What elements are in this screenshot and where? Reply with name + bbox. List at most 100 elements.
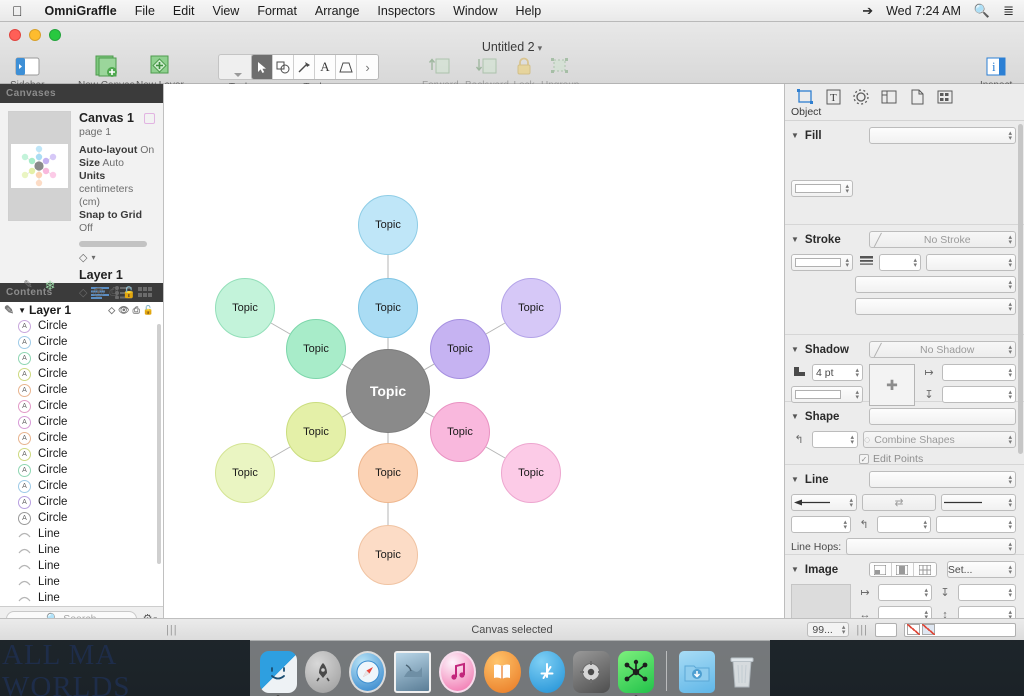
disclosure-triangle-icon[interactable]: ▼ (18, 306, 26, 315)
eye-icon[interactable]: 👁 (91, 286, 105, 299)
line-start-size-field[interactable]: ▴ ▾ (791, 516, 851, 533)
dock-icon-itunes[interactable] (439, 651, 477, 693)
canvas-thumbnail-wrap[interactable] (8, 111, 71, 221)
connection-line[interactable] (485, 322, 506, 335)
fill-type-popup[interactable]: ▴ ▾ (868, 127, 1016, 144)
outline-row[interactable]: A Circle (0, 366, 163, 382)
dock-icon-safari[interactable] (349, 651, 387, 693)
shadow-offset-y-field[interactable]: ▴ ▾ (942, 386, 1016, 403)
canvas-page-icon[interactable] (144, 113, 155, 124)
fill-color-well[interactable]: ▴ ▾ (791, 180, 853, 197)
more-tools-button[interactable]: › (357, 55, 378, 79)
drawing-canvas[interactable]: Topic Topic Topic Topic Topic Topic Topic Topic… (164, 84, 784, 618)
mindmap-node[interactable]: Topic (430, 402, 490, 462)
apple-menu-icon[interactable]:  (12, 4, 23, 18)
shadow-blur-field[interactable]: 4 pt ▴ ▾ (812, 364, 863, 381)
edit-points-checkbox[interactable]: ✓ Edit Points (791, 453, 1016, 465)
stroke-cap-popup[interactable]: ▴ ▾ (855, 276, 1016, 293)
pencil-icon[interactable]: ✎ (4, 303, 14, 317)
outline-row[interactable]: Line (0, 590, 163, 606)
outline-row[interactable]: Line (0, 558, 163, 574)
outline-row[interactable]: A Circle (0, 318, 163, 334)
line-curvature-field[interactable]: ▴ ▾ (877, 516, 931, 533)
connection-line[interactable] (341, 363, 352, 371)
shape-section-header[interactable]: ▼ Shape (791, 408, 1016, 425)
mindmap-node[interactable]: Topic (215, 278, 275, 338)
outline-layer-row[interactable]: ✎ ▼ Layer 1 ◇👁⎙🔓 (0, 302, 163, 318)
pencil-icon[interactable]: ✎ (23, 278, 32, 294)
no-stroke-swatch[interactable] (922, 624, 935, 635)
outline-row[interactable]: A Circle (0, 334, 163, 350)
dock-icon-launchpad[interactable] (304, 651, 342, 693)
stroke-dash-popup[interactable]: ▴ ▾ (926, 254, 1016, 271)
tab-object[interactable] (791, 87, 819, 106)
swap-arrows-button[interactable]: ⇄ (862, 494, 936, 511)
dock-icon-finder[interactable] (260, 651, 297, 696)
image-offset-y-field[interactable]: ▴ ▾ (958, 584, 1016, 601)
menu-item-inspectors[interactable]: Inspectors (368, 0, 444, 22)
layers-popup[interactable]: ◇ ▾ (79, 251, 155, 264)
line-end-size-field[interactable]: ▴ ▾ (936, 516, 1016, 533)
outline-row[interactable]: A Circle (0, 462, 163, 478)
outline-row[interactable]: A Circle (0, 478, 163, 494)
shape-tool-button[interactable] (273, 55, 294, 79)
no-fill-swatch[interactable] (907, 624, 920, 635)
menu-item-file[interactable]: File (126, 0, 164, 22)
line-start-arrow-popup[interactable]: ▴ ▾ (791, 494, 857, 511)
menu-item-arrange[interactable]: Arrange (306, 0, 368, 22)
image-set-popup[interactable]: Set... ▴ ▾ (946, 561, 1016, 578)
dock-icon-omnigraffle[interactable] (617, 651, 655, 696)
tab-stencils[interactable] (931, 87, 959, 106)
disclosure-triangle-icon[interactable]: ▼ (791, 565, 799, 574)
outline-row[interactable]: A Circle (0, 494, 163, 510)
shadow-section-header[interactable]: ▼ Shadow ╱ No Shadow ▴ ▾ (791, 341, 1016, 358)
combine-shapes-popup[interactable]: ◌ Combine Shapes ▴ ▾ (863, 431, 1016, 448)
line-hops-popup[interactable]: ▴ ▾ (846, 538, 1016, 555)
shadow-offset-x-field[interactable]: ▴ ▾ (942, 364, 1016, 381)
connection-line[interactable] (341, 411, 352, 418)
connection-line[interactable] (485, 446, 506, 459)
connection-line[interactable] (270, 322, 291, 335)
mindmap-node[interactable]: Topic (286, 319, 346, 379)
image-fit-stretch-button[interactable] (891, 563, 914, 576)
outline-row[interactable]: Line (0, 542, 163, 558)
lock-icon[interactable]: 🔓 (122, 286, 136, 299)
mindmap-node[interactable]: Topic (346, 349, 430, 433)
connection-line[interactable] (424, 411, 435, 418)
outline-scrollbar[interactable] (157, 324, 161, 564)
outline-row[interactable]: Line (0, 574, 163, 590)
layer-toggle-icons[interactable]: ◇👁⎙🔓 (108, 305, 163, 316)
disclosure-triangle-icon[interactable]: ▼ (791, 131, 799, 140)
tab-text[interactable]: T (819, 87, 847, 106)
line-section-header[interactable]: ▼ Line ▴ ▾ (791, 471, 1016, 488)
outline-row[interactable]: A Circle (0, 382, 163, 398)
tab-document[interactable] (903, 87, 931, 106)
mindmap-node[interactable]: Topic (501, 443, 561, 503)
search-icon[interactable]: 🔍 (974, 0, 990, 22)
print-icon[interactable]: ⎙ (109, 286, 118, 299)
image-fit-tile-button[interactable] (913, 563, 936, 576)
menu-item-help[interactable]: Help (507, 0, 551, 22)
dock-icon-system-preferences[interactable] (573, 651, 610, 693)
stroke-type-popup[interactable]: ╱ No Stroke ▴ ▾ (868, 231, 1016, 248)
outline-list[interactable]: ✎ ▼ Layer 1 ◇👁⎙🔓 A Circle A Circle A Circle A C… (0, 302, 163, 606)
stroke-color-well[interactable]: ▴ ▾ (791, 254, 853, 271)
selection-tool-button[interactable] (252, 55, 273, 79)
menu-item-view[interactable]: View (203, 0, 248, 22)
image-section-header[interactable]: ▼ Image Set... ▴ ▾ (791, 561, 1016, 578)
tab-properties[interactable] (847, 87, 875, 106)
dock-icon-trash[interactable] (723, 651, 760, 693)
pen-tool-button[interactable] (336, 55, 357, 79)
stroke-section-header[interactable]: ▼ Stroke ╱ No Stroke ▴ ▾ (791, 231, 1016, 248)
image-offset-x-field[interactable]: ▴ ▾ (878, 584, 932, 601)
outline-row[interactable]: A Circle (0, 510, 163, 526)
fill-section-header[interactable]: ▼ Fill ▴ ▾ (791, 127, 1016, 144)
notification-center-icon[interactable]: ≣ (1003, 0, 1014, 22)
layers-icon[interactable]: ◇ (79, 286, 87, 299)
inspector-scrollbar[interactable] (1018, 124, 1023, 454)
connection-line[interactable] (424, 363, 435, 371)
mindmap-node[interactable]: Topic (430, 319, 490, 379)
line-end-arrow-popup[interactable]: ▴ ▾ (941, 494, 1016, 511)
connection-line[interactable] (270, 446, 291, 459)
stroke-join-popup[interactable]: ▴ ▾ (855, 298, 1016, 315)
